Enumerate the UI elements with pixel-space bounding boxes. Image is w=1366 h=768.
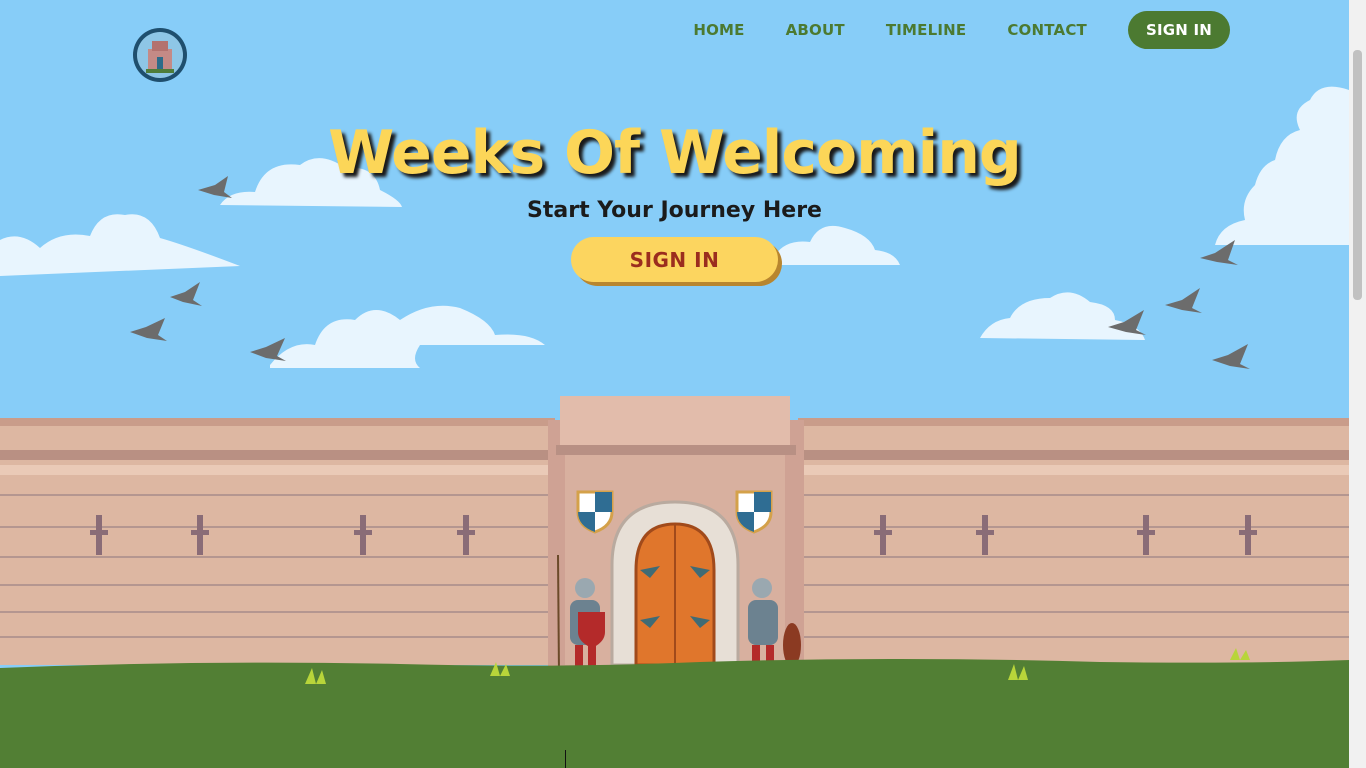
hero-subtitle: Start Your Journey Here	[527, 198, 822, 223]
scrollbar-thumb[interactable]	[1353, 50, 1362, 300]
hero-signin-button[interactable]: SIGN IN	[571, 237, 778, 282]
text-cursor	[565, 750, 566, 768]
castle-background	[0, 86, 1349, 768]
main-nav: HOME ABOUT TIMELINE CONTACT SIGN IN	[693, 11, 1230, 49]
nav-timeline-link[interactable]: TIMELINE	[886, 21, 967, 39]
nav-signin-button[interactable]: SIGN IN	[1127, 11, 1230, 49]
nav-home-link[interactable]: HOME	[693, 21, 744, 39]
nav-about-link[interactable]: ABOUT	[786, 21, 845, 39]
grass	[0, 659, 1349, 768]
nav-contact-link[interactable]: CONTACT	[1007, 21, 1087, 39]
castle-wall	[0, 396, 1349, 676]
castle-emblem-icon[interactable]	[130, 19, 190, 91]
page-scrollbar[interactable]	[1349, 0, 1366, 768]
hero-title: Weeks Of Welcoming	[328, 118, 1022, 188]
hero-scene: HOME ABOUT TIMELINE CONTACT SIGN IN Week…	[0, 0, 1349, 768]
